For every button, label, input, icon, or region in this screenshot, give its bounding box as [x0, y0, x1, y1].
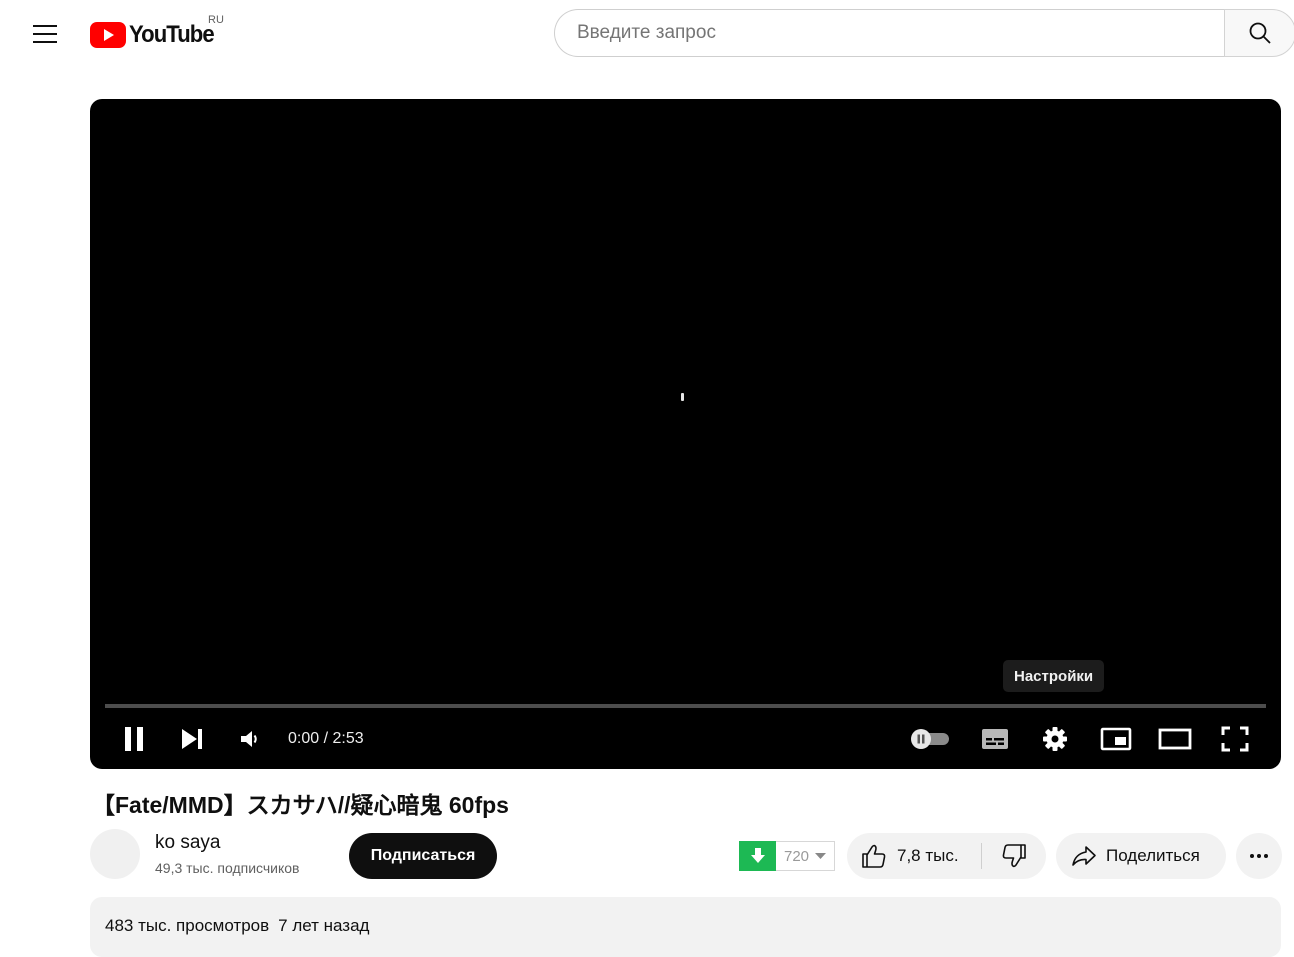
- menu-button[interactable]: [22, 12, 68, 56]
- pause-icon: [125, 727, 143, 751]
- miniplayer-button[interactable]: [1099, 723, 1133, 755]
- subscribe-button[interactable]: Подписаться: [349, 833, 497, 879]
- video-player[interactable]: Настройки 0:00 / 2:53: [90, 99, 1281, 769]
- theater-button[interactable]: [1157, 723, 1193, 755]
- download-button[interactable]: [739, 841, 776, 871]
- channel-avatar[interactable]: [90, 829, 140, 879]
- more-horizontal-icon: [1250, 854, 1268, 858]
- theater-icon: [1158, 728, 1192, 750]
- channel-name[interactable]: ko saya: [155, 832, 220, 854]
- fullscreen-button[interactable]: [1219, 723, 1251, 755]
- fullscreen-icon: [1221, 726, 1249, 752]
- youtube-logo[interactable]: YouTube RU: [90, 14, 224, 52]
- region-code: RU: [208, 14, 224, 26]
- next-button[interactable]: [176, 723, 208, 755]
- pause-button[interactable]: [118, 723, 150, 755]
- share-button[interactable]: Поделиться: [1056, 833, 1226, 879]
- caret-down-icon: [815, 852, 827, 859]
- time-display: 0:00 / 2:53: [288, 730, 364, 747]
- like-button[interactable]: 7,8 тыс.: [847, 833, 981, 879]
- settings-icon: [1043, 727, 1067, 751]
- download-widget: 720: [739, 841, 835, 871]
- volume-icon: [241, 731, 257, 747]
- like-count: 7,8 тыс.: [897, 846, 959, 865]
- settings-tooltip: Настройки: [1003, 660, 1105, 692]
- download-quality-select[interactable]: 720: [776, 841, 835, 871]
- autoplay-toggle[interactable]: [908, 726, 952, 752]
- download-quality-value: 720: [783, 847, 810, 865]
- miniplayer-icon: [1100, 727, 1132, 751]
- search-icon: [1249, 22, 1271, 44]
- share-label: Поделиться: [1106, 846, 1200, 865]
- youtube-play-logo-icon: [90, 22, 126, 48]
- subtitles-icon: [982, 729, 1008, 749]
- video-title: 【Fate/MMD】スカサハ//疑心暗鬼 60fps: [92, 792, 509, 818]
- upload-age: 7 лет назад: [278, 916, 370, 935]
- thumbs-down-icon: [1002, 844, 1026, 868]
- loading-spinner-icon: [681, 393, 684, 401]
- search-box: [554, 9, 1224, 57]
- next-icon: [182, 729, 202, 749]
- view-count: 483 тыс. просмотров: [105, 916, 270, 935]
- download-arrow-icon: [750, 848, 765, 863]
- hamburger-icon: [33, 25, 57, 43]
- description-meta: 483 тыс. просмотров 7 лет назад: [105, 916, 369, 936]
- progress-bar[interactable]: [105, 704, 1266, 708]
- dislike-button[interactable]: [982, 833, 1046, 879]
- settings-button[interactable]: [1039, 723, 1071, 755]
- autoplay-toggle-icon: [911, 729, 949, 749]
- subscriber-count: 49,3 тыс. подписчиков: [155, 860, 300, 876]
- search-button[interactable]: [1224, 9, 1294, 57]
- search-input[interactable]: [575, 21, 1179, 45]
- more-actions-button[interactable]: [1236, 833, 1282, 879]
- like-dislike-group: 7,8 тыс.: [847, 833, 1046, 879]
- description-box[interactable]: 483 тыс. просмотров 7 лет назад: [90, 897, 1281, 957]
- thumbs-up-icon: [862, 844, 886, 868]
- volume-button[interactable]: [233, 723, 265, 755]
- subtitles-button[interactable]: [979, 723, 1011, 755]
- share-arrow-icon: [1072, 846, 1096, 866]
- logo-wordmark: YouTube: [129, 21, 215, 48]
